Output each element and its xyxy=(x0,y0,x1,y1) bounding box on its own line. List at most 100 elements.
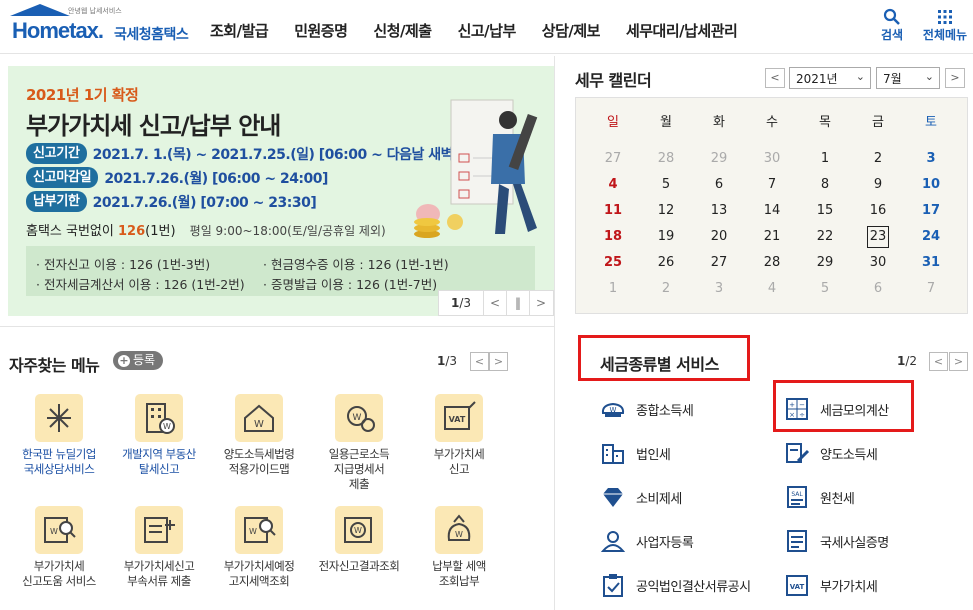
tax-service-item[interactable]: 국세사실증명 xyxy=(784,528,889,554)
tax-service-item[interactable]: 양도소득세 xyxy=(784,440,878,466)
nav-civil-certificate[interactable]: 민원증명 xyxy=(294,20,348,41)
tax-service-item[interactable]: 법인세 xyxy=(600,440,671,466)
year-select[interactable]: 2021년 ⌄ xyxy=(789,67,871,89)
calendar-day[interactable]: 30 xyxy=(757,148,787,170)
nav-report-pay[interactable]: 신고/납부 xyxy=(458,20,517,41)
calendar-day[interactable]: 5 xyxy=(651,174,681,196)
calendar-day[interactable]: 6 xyxy=(863,278,893,300)
calendar-day[interactable]: 31 xyxy=(916,252,946,274)
next-month-button[interactable]: > xyxy=(945,68,965,88)
hometax-logo[interactable]: 안녕웹 납세서비스 Hometax. 국세청홈택스 xyxy=(10,4,195,48)
vat-icon: VAT xyxy=(435,394,483,442)
nav-inquiry-issue[interactable]: 조회/발급 xyxy=(210,20,269,41)
calendar-day[interactable]: 16 xyxy=(863,200,893,222)
search-button[interactable]: 검색 xyxy=(876,8,908,43)
logo-roof-icon xyxy=(10,4,70,16)
calendar-day[interactable]: 3 xyxy=(704,278,734,300)
calendar-day[interactable]: 22 xyxy=(810,226,840,248)
calendar-day[interactable]: 1 xyxy=(598,278,628,300)
nav-tax-agent[interactable]: 세무대리/납세관리 xyxy=(626,20,738,41)
weekday-label: 금 xyxy=(872,115,884,130)
nav-apply-submit[interactable]: 신청/제출 xyxy=(373,20,432,41)
calendar-day[interactable]: 7 xyxy=(757,174,787,196)
newdeal-icon xyxy=(35,394,83,442)
calendar-day[interactable]: 29 xyxy=(704,148,734,170)
favorites-prev-button[interactable]: < xyxy=(470,352,489,371)
calendar-day[interactable]: 9 xyxy=(863,174,893,196)
calendar-day[interactable]: 2 xyxy=(651,278,681,300)
calendar-day[interactable]: 18 xyxy=(598,226,628,248)
calendar-day[interactable]: 24 xyxy=(916,226,946,248)
calendar-day[interactable]: 28 xyxy=(651,148,681,170)
nav-consult-report[interactable]: 상담/제보 xyxy=(542,20,601,41)
chevron-right-icon: > xyxy=(535,296,547,310)
favorite-item[interactable]: VAT 부가가치세 신고 xyxy=(409,394,509,477)
favorite-item[interactable]: W 전자신고결과조회 xyxy=(309,506,409,574)
tax-service-item[interactable]: 소비제세 xyxy=(600,484,682,510)
month-select[interactable]: 7월 ⌄ xyxy=(876,67,940,89)
favorite-item[interactable]: W 납부할 세액 조회납부 xyxy=(409,506,509,589)
calendar-day[interactable]: 12 xyxy=(651,200,681,222)
calculator-icon: + − × ÷ xyxy=(784,397,810,421)
add-favorite-button[interactable]: + 등록 xyxy=(113,351,164,370)
favorite-item[interactable]: W 부가가치세 신고도움 서비스 xyxy=(9,506,109,589)
calendar-day[interactable]: 5 xyxy=(810,278,840,300)
calendar-day[interactable]: 28 xyxy=(757,252,787,274)
doc-plus-icon xyxy=(135,506,183,554)
tax-service-item[interactable]: 공익법인결산서류공시 xyxy=(600,572,751,598)
favorite-item[interactable]: 한국판 뉴딜기업 국세상담서비스 xyxy=(9,394,109,477)
calendar-day[interactable]: 29 xyxy=(810,252,840,274)
svg-text:VAT: VAT xyxy=(790,583,805,591)
next-page-button[interactable]: > xyxy=(529,291,552,315)
all-menu-button[interactable]: 전체메뉴 xyxy=(918,8,972,43)
tax-service-item[interactable]: SAL 원천세 xyxy=(784,484,855,510)
calendar-day[interactable]: 8 xyxy=(810,174,840,196)
favorites-next-button[interactable]: > xyxy=(489,352,508,371)
calendar-day[interactable]: 19 xyxy=(651,226,681,248)
favorite-item[interactable]: 부가가치세신고 부속서류 제출 xyxy=(109,506,209,589)
favorite-item[interactable]: W 일용근로소득 지급명세서 제출 xyxy=(309,394,409,492)
prev-page-button[interactable]: < xyxy=(483,291,506,315)
calendar-day[interactable]: 21 xyxy=(757,226,787,248)
calendar-day[interactable]: 11 xyxy=(598,200,628,222)
calendar-day[interactable]: 10 xyxy=(916,174,946,196)
favorite-item[interactable]: W 개발지역 부동산 탈세신고 xyxy=(109,394,209,477)
calendar-day[interactable]: 3 xyxy=(916,148,946,170)
calendar-day[interactable]: 2 xyxy=(863,148,893,170)
calendar-day[interactable]: 27 xyxy=(598,148,628,170)
calendar-day[interactable]: 27 xyxy=(704,252,734,274)
banner-tag: 신고기간 xyxy=(26,143,87,164)
calendar-day[interactable]: 4 xyxy=(598,174,628,196)
calendar-day[interactable]: 7 xyxy=(916,278,946,300)
tax-services-prev-button[interactable]: < xyxy=(929,352,948,371)
calendar-day[interactable]: 17 xyxy=(916,200,946,222)
weekday-label: 월 xyxy=(660,115,672,130)
calendar-day[interactable]: 26 xyxy=(651,252,681,274)
favorite-item[interactable]: W 양도소득세법령 적용가이드맵 xyxy=(209,394,309,477)
tax-services-next-button[interactable]: > xyxy=(949,352,968,371)
calendar-day[interactable]: 30 xyxy=(863,252,893,274)
tax-service-item[interactable]: W 종합소득세 xyxy=(600,396,694,422)
logo-tagline: 안녕웹 납세서비스 xyxy=(68,7,122,15)
info-line: · 전자신고 이용 : 126 (1번-3번) xyxy=(36,257,211,272)
pause-button[interactable]: ‖ xyxy=(506,291,529,315)
vat-banner[interactable]: 2021년 1기 확정 부가가치세 신고/납부 안내 신고기간 2021.7. … xyxy=(8,66,554,316)
tax-service-item[interactable]: + − × ÷ 세금모의계산 xyxy=(784,396,889,422)
calendar-day[interactable]: 15 xyxy=(810,200,840,222)
tax-service-item[interactable]: 사업자등록 xyxy=(600,528,694,554)
row-divider xyxy=(0,326,554,327)
tax-service-item[interactable]: VAT 부가가치세 xyxy=(784,572,878,598)
chevron-left-icon: < xyxy=(474,355,485,368)
calendar-day[interactable]: 14 xyxy=(757,200,787,222)
calendar-day[interactable]: 25 xyxy=(598,252,628,274)
calendar-day-today[interactable]: 23 xyxy=(867,226,889,248)
calendar-day[interactable]: 13 xyxy=(704,200,734,222)
calendar-day[interactable]: 20 xyxy=(704,226,734,248)
favorite-item[interactable]: W 부가가치세예정 고지세액조회 xyxy=(209,506,309,589)
calendar-day[interactable]: 1 xyxy=(810,148,840,170)
calendar-day[interactable]: 6 xyxy=(704,174,734,196)
calendar-day[interactable]: 4 xyxy=(757,278,787,300)
svg-text:+: + xyxy=(789,401,795,409)
svg-text:VAT: VAT xyxy=(449,415,466,424)
prev-month-button[interactable]: < xyxy=(765,68,785,88)
